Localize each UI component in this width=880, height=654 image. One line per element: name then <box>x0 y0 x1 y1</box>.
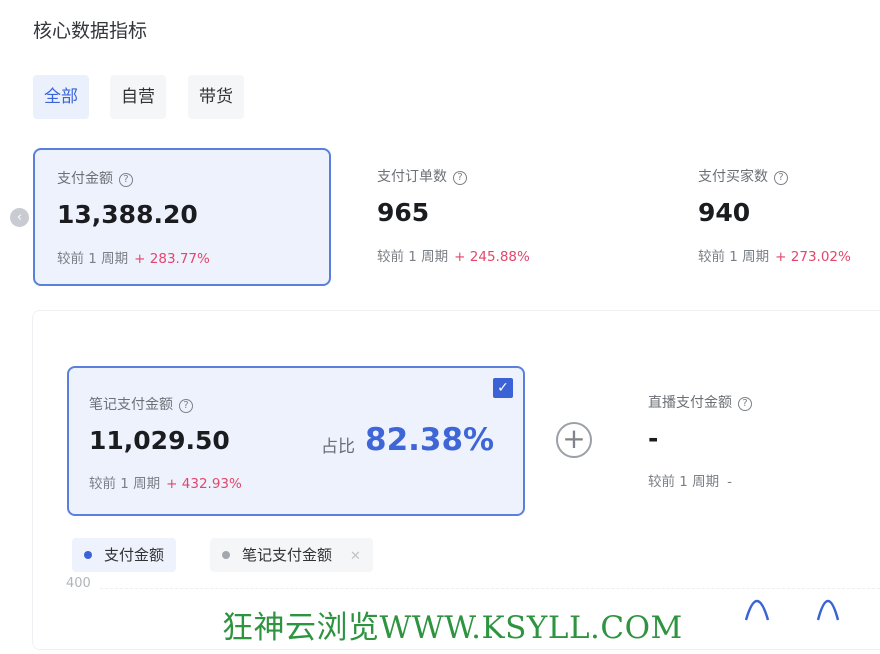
metric-label: 支付金额? <box>57 168 133 188</box>
metric-compare: 较前 1 周期 + 283.77% <box>57 251 210 267</box>
legend-note-payment[interactable]: 笔记支付金额 ✕ <box>210 538 373 572</box>
metric-value: 940 <box>698 198 751 227</box>
note-payment-label: 笔记支付金额? <box>89 394 193 414</box>
chart-gridline <box>100 588 880 589</box>
ratio-label: 占比 <box>321 437 355 457</box>
note-payment-card[interactable]: 笔记支付金额? 11,029.50 较前 1 周期 + 432.93% 占比 82… <box>67 366 525 516</box>
note-payment-value: 11,029.50 <box>89 426 230 455</box>
metric-compare: 较前 1 周期 + 273.02% <box>698 249 851 265</box>
metric-card-buyer-count[interactable]: 支付买家数? 940 较前 1 周期 + 273.02% <box>676 148 880 286</box>
help-icon[interactable]: ? <box>738 397 752 411</box>
legend-dot <box>222 551 230 559</box>
live-payment-label: 直播支付金额? <box>648 392 752 412</box>
help-icon[interactable]: ? <box>453 171 467 185</box>
chart-line-peak <box>744 599 770 621</box>
ratio-value: 82.38% <box>365 422 495 458</box>
note-payment-checkbox[interactable]: ✓ <box>493 378 513 398</box>
note-payment-change: + 432.93% <box>166 476 242 492</box>
close-icon[interactable]: ✕ <box>350 549 361 564</box>
metric-change: + 273.02% <box>775 249 851 265</box>
plus-icon: + <box>556 422 592 458</box>
chart-line-preview <box>744 599 840 621</box>
live-payment-card[interactable]: 直播支付金额? - 较前 1 周期 - <box>628 366 878 516</box>
legend-payment-amount[interactable]: 支付金额 <box>72 538 177 572</box>
tab-affiliate[interactable]: 带货 <box>188 75 244 119</box>
help-icon[interactable]: ? <box>119 173 133 187</box>
metric-label: 支付买家数? <box>698 166 788 186</box>
metric-label: 支付订单数? <box>377 166 467 186</box>
carousel-prev-icon[interactable]: ‹ <box>10 208 29 227</box>
metric-card-order-count[interactable]: 支付订单数? 965 较前 1 周期 + 245.88% <box>355 148 653 286</box>
y-axis-tick: 400 <box>66 576 91 591</box>
metric-value: 965 <box>377 198 430 227</box>
live-payment-compare: 较前 1 周期 - <box>648 474 733 490</box>
tab-self-operated[interactable]: 自营 <box>110 75 166 119</box>
metric-compare: 较前 1 周期 + 245.88% <box>377 249 530 265</box>
live-payment-change: - <box>727 474 733 490</box>
tab-all[interactable]: 全部 <box>33 75 89 119</box>
chart-line-peak <box>816 599 840 621</box>
live-payment-value: - <box>648 424 659 453</box>
help-icon[interactable]: ? <box>774 171 788 185</box>
page-title: 核心数据指标 <box>33 20 148 42</box>
metric-card-payment-amount[interactable]: 支付金额? 13,388.20 较前 1 周期 + 283.77% <box>33 148 331 286</box>
metric-value: 13,388.20 <box>57 200 198 229</box>
help-icon[interactable]: ? <box>179 399 193 413</box>
legend-dot <box>84 551 92 559</box>
note-payment-compare: 较前 1 周期 + 432.93% <box>89 476 242 492</box>
watermark-text: 狂神云浏览WWW.KSYLL.COM <box>222 610 683 646</box>
metric-change: + 245.88% <box>454 249 530 265</box>
metric-change: + 283.77% <box>134 251 210 267</box>
